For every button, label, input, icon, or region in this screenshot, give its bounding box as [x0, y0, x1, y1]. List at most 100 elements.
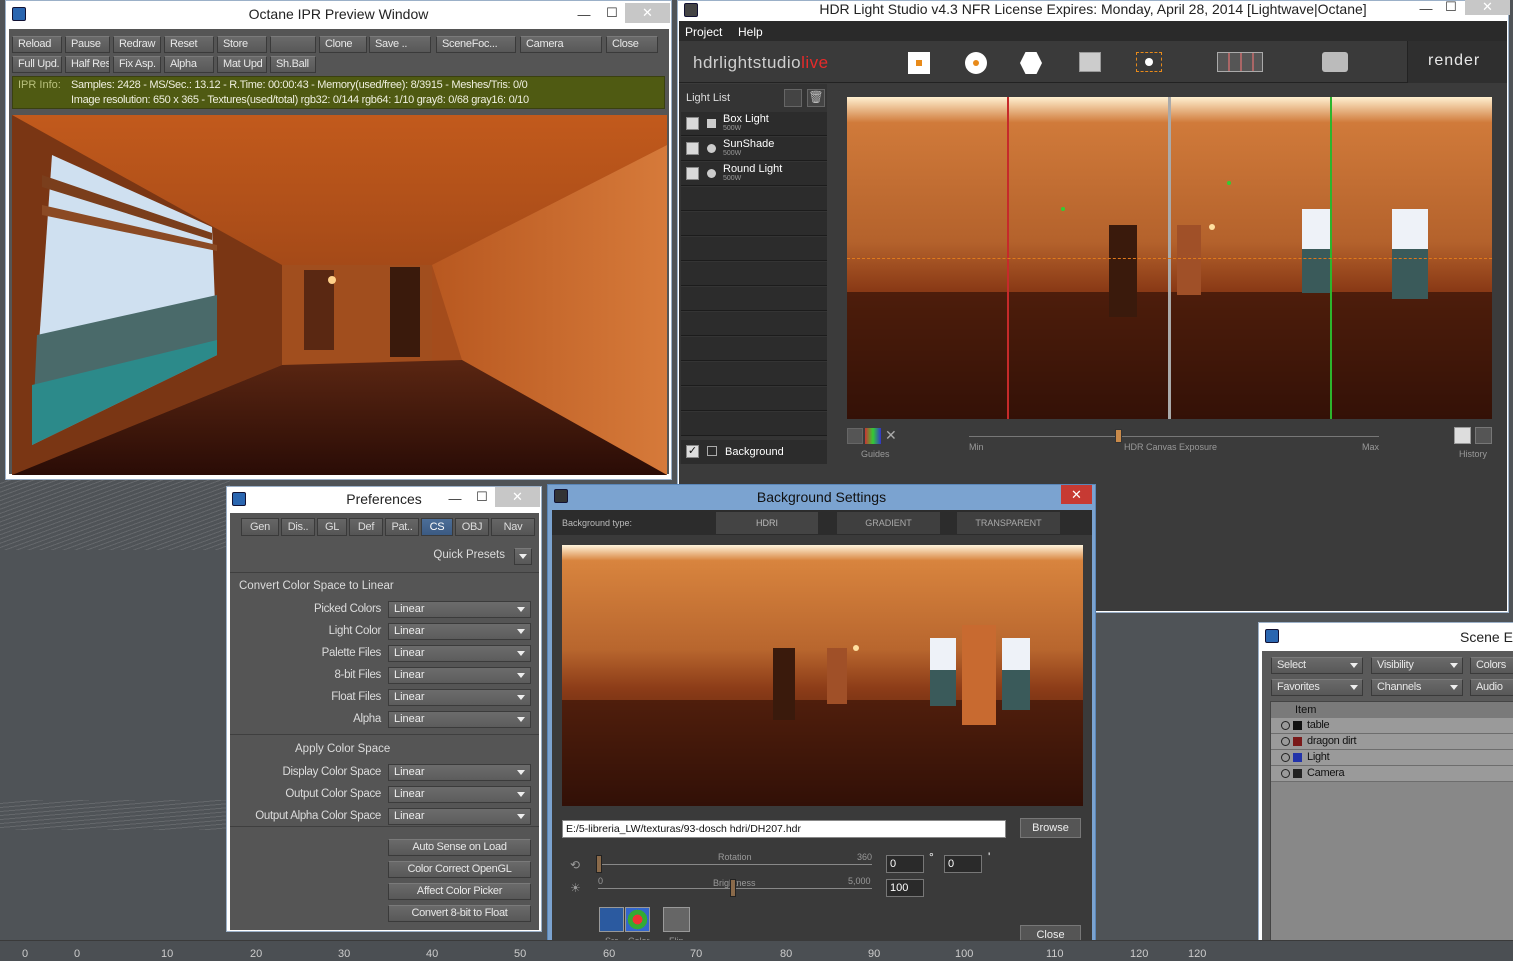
- toolbar-toggle-4[interactable]: Mat Upd: [217, 56, 267, 73]
- color-space-select[interactable]: Linear: [388, 808, 531, 825]
- scene-item-row[interactable]: dragon dirt: [1271, 734, 1513, 750]
- toolbar-toggle-2[interactable]: Fix Asp.: [113, 56, 161, 73]
- maximize-button[interactable]: ☐: [1441, 0, 1461, 17]
- visibility-toggle-icon[interactable]: [1281, 721, 1290, 730]
- light-handle[interactable]: [1061, 207, 1065, 211]
- color-space-select[interactable]: Linear: [388, 601, 531, 618]
- light-visibility-checkbox[interactable]: [686, 167, 699, 180]
- color-space-select[interactable]: Linear: [388, 711, 531, 728]
- menu-project[interactable]: Project: [685, 25, 722, 39]
- channels-dropdown[interactable]: Channels: [1371, 679, 1463, 696]
- scene-item-row[interactable]: table: [1271, 718, 1513, 734]
- toolbar-toggle-0[interactable]: Full Upd.: [12, 56, 62, 73]
- colors-dropdown[interactable]: Colors: [1470, 657, 1513, 674]
- flip-icon[interactable]: [663, 907, 690, 932]
- tab-cs[interactable]: CS: [421, 518, 453, 536]
- pref-toggle-button[interactable]: Color Correct OpenGL: [388, 861, 531, 878]
- maximize-button[interactable]: ☐: [602, 3, 622, 23]
- rotation-track[interactable]: [598, 864, 872, 865]
- light-visibility-checkbox[interactable]: [686, 142, 699, 155]
- light-visibility-checkbox[interactable]: [686, 117, 699, 130]
- menu-help[interactable]: Help: [738, 25, 763, 39]
- add-light-icon[interactable]: [784, 89, 802, 107]
- scene-item-row[interactable]: Camera: [1271, 766, 1513, 782]
- guides-toggle[interactable]: ✕: [847, 426, 902, 446]
- toolbar-button-5[interactable]: [270, 36, 316, 53]
- toolbar-button-4[interactable]: Store: [217, 36, 267, 53]
- minimize-button[interactable]: —: [1416, 0, 1436, 19]
- color-space-select[interactable]: Linear: [388, 667, 531, 684]
- rotation-degrees-input[interactable]: 0: [886, 855, 924, 873]
- hdr-canvas[interactable]: [847, 97, 1492, 419]
- toolbar-toggle-3[interactable]: Alpha: [164, 56, 214, 73]
- light-handle[interactable]: [1227, 181, 1231, 185]
- bg-type-hdri-tab[interactable]: HDRI: [716, 512, 818, 534]
- close-window-button[interactable]: ✕: [1465, 0, 1510, 15]
- canvas-view-icon[interactable]: [1217, 52, 1263, 72]
- render-send-icon[interactable]: [1322, 52, 1348, 72]
- pref-toggle-button[interactable]: Affect Color Picker: [388, 883, 531, 900]
- hdri-path-input[interactable]: E:/5-libreria_LW/texturas/93-dosch hdri/…: [562, 820, 1006, 838]
- color-space-select[interactable]: Linear: [388, 623, 531, 640]
- pref-toggle-button[interactable]: Convert 8-bit to Float: [388, 905, 531, 922]
- image-light-tool-icon[interactable]: [1079, 52, 1101, 72]
- quick-presets-dropdown[interactable]: [514, 548, 532, 565]
- ipr-render-viewport[interactable]: [12, 115, 667, 475]
- select-dropdown[interactable]: Select: [1271, 657, 1363, 674]
- item-column-header[interactable]: Item: [1271, 702, 1513, 718]
- visibility-dropdown[interactable]: Visibility: [1371, 657, 1463, 674]
- brightness-input[interactable]: 100: [886, 879, 924, 897]
- src-icon[interactable]: [599, 907, 624, 932]
- light-row[interactable]: Box Light 500W: [681, 112, 827, 136]
- delete-light-icon[interactable]: 🗑: [807, 89, 825, 107]
- browse-button[interactable]: Browse: [1020, 818, 1081, 838]
- bg-type-transparent-tab[interactable]: TRANSPARENT: [957, 512, 1060, 534]
- visibility-toggle-icon[interactable]: [1281, 753, 1290, 762]
- toolbar-button-2[interactable]: Redraw: [113, 36, 161, 53]
- tab-obj[interactable]: OBJ: [455, 518, 489, 536]
- toolbar-button-8[interactable]: SceneFoc...: [436, 36, 516, 53]
- close-window-button[interactable]: ✕: [495, 487, 540, 507]
- round-light-tool-icon[interactable]: [965, 52, 987, 74]
- rotation-slider-thumb[interactable]: [596, 855, 602, 873]
- render-button[interactable]: render: [1407, 41, 1507, 83]
- history-undo-icon[interactable]: [1454, 427, 1471, 444]
- tab-nav[interactable]: Nav: [491, 518, 535, 536]
- color-space-select[interactable]: Linear: [388, 786, 531, 803]
- scene-item-row[interactable]: Light: [1271, 750, 1513, 766]
- shape-light-tool-icon[interactable]: [1020, 52, 1042, 74]
- tab-gl[interactable]: GL: [317, 518, 347, 536]
- toolbar-button-1[interactable]: Pause: [65, 36, 110, 53]
- visibility-toggle-icon[interactable]: [1281, 769, 1290, 778]
- toolbar-toggle-1[interactable]: Half Res: [65, 56, 110, 73]
- toolbar-button-9[interactable]: Camera: [520, 36, 602, 53]
- box-light-tool-icon[interactable]: [908, 52, 930, 74]
- background-checkbox[interactable]: ✓: [686, 445, 699, 458]
- toolbar-button-0[interactable]: Reload: [12, 36, 62, 53]
- minimize-button[interactable]: —: [574, 5, 594, 25]
- light-row[interactable]: SunShade 500W: [681, 137, 827, 161]
- pref-toggle-button[interactable]: Auto Sense on Load: [388, 839, 531, 856]
- tab-gen[interactable]: Gen: [241, 518, 279, 536]
- brightness-slider-thumb[interactable]: [730, 879, 736, 897]
- rotation-minutes-input[interactable]: 0: [944, 855, 982, 873]
- toolbar-button-7[interactable]: Save ..: [369, 36, 431, 53]
- maximize-button[interactable]: ☐: [472, 487, 492, 507]
- color-icon[interactable]: [625, 907, 650, 932]
- close-window-button[interactable]: ✕: [625, 3, 670, 23]
- background-row[interactable]: ✓ Background: [681, 440, 827, 464]
- light-row[interactable]: Round Light 500W: [681, 162, 827, 186]
- tab-def[interactable]: Def: [349, 518, 383, 536]
- toolbar-button-6[interactable]: Clone: [319, 36, 367, 53]
- timeline-ruler[interactable]: [0, 940, 1513, 961]
- color-space-select[interactable]: Linear: [388, 689, 531, 706]
- minimize-button[interactable]: —: [445, 489, 465, 509]
- audio-dropdown[interactable]: Audio: [1470, 679, 1513, 696]
- toolbar-button-3[interactable]: Reset: [164, 36, 214, 53]
- color-space-select[interactable]: Linear: [388, 645, 531, 662]
- bg-type-gradient-tab[interactable]: GRADIENT: [837, 512, 940, 534]
- sun-tool-icon[interactable]: [1136, 52, 1162, 72]
- tab-pat[interactable]: Pat..: [385, 518, 419, 536]
- visibility-toggle-icon[interactable]: [1281, 737, 1290, 746]
- close-window-button[interactable]: ✕: [1061, 485, 1092, 504]
